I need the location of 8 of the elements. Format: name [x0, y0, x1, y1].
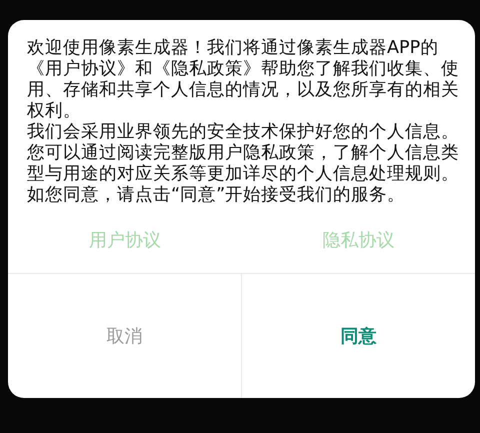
dialog-text: 您可以通过阅读完整版用户隐私政策，了解个人信息类型与用途的对应关系等更加详尽的个人信息处理规则。	[27, 143, 460, 185]
cancel-button[interactable]: 取消	[96, 318, 152, 354]
agree-button[interactable]: 同意	[330, 318, 386, 354]
dialog-text: 我们会采用业界领先的安全技术保护好您的个人信息。	[27, 122, 460, 143]
dialog-text: 欢迎使用像素生成器！我们将通过像素生成器APP的《用户协议》和《隐私政策》帮助您了解我们收集、使用、存储和共享个人信息的情况，以及您所享有的相关权利。	[27, 38, 460, 122]
agreement-link[interactable]: 用户协议	[8, 224, 242, 256]
dialog-text: 如您同意，请点击“同意”开始接受我们的服务。	[27, 185, 406, 206]
agreement-link[interactable]: 隐私协议	[242, 224, 475, 256]
